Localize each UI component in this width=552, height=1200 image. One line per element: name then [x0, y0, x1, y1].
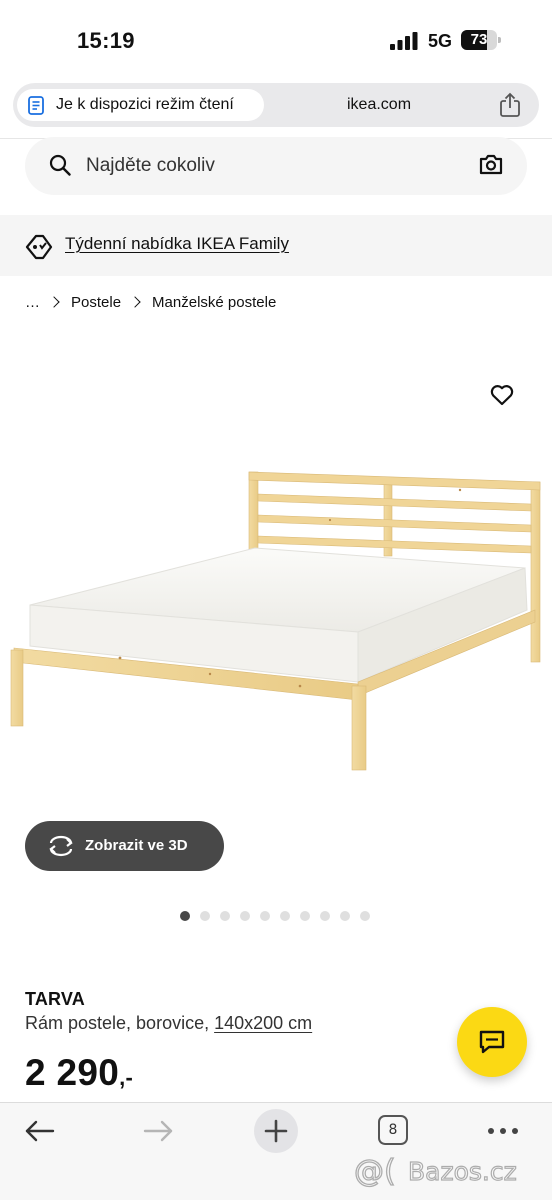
carousel-dot[interactable] — [340, 911, 350, 921]
battery-percent: 73 — [470, 31, 488, 48]
signal-icon — [390, 32, 418, 50]
plus-icon — [264, 1119, 288, 1143]
rotate-3d-icon — [49, 835, 73, 857]
svg-text:@(: @( — [354, 1154, 396, 1189]
chevron-right-icon — [48, 296, 60, 308]
breadcrumb-ellipsis[interactable]: … — [25, 294, 40, 311]
product-description-text: Rám postele, borovice, — [25, 1013, 210, 1033]
search-input[interactable]: Najděte cokoliv — [86, 155, 215, 177]
bazos-watermark: @( Bazos.cz — [353, 1153, 517, 1189]
address-bar[interactable]: Je k dispozici režim čtení ikea.com — [13, 83, 539, 127]
share-icon[interactable] — [499, 92, 521, 118]
back-arrow-icon[interactable] — [24, 1119, 56, 1143]
product-size-link[interactable]: 140x200 cm — [214, 1013, 312, 1033]
status-bar: 15:19 5G 73 — [0, 0, 552, 80]
search-bar[interactable]: Najděte cokoliv — [25, 137, 527, 195]
carousel-dot[interactable] — [240, 911, 250, 921]
price-suffix: ,- — [119, 1065, 134, 1090]
more-icon[interactable] — [486, 1123, 520, 1139]
reader-mode-button[interactable]: Je k dispozici režim čtení — [17, 89, 264, 121]
carousel-dot[interactable] — [360, 911, 370, 921]
chat-icon — [479, 1030, 505, 1054]
product-name[interactable]: TARVA — [25, 989, 85, 1010]
carousel-dot[interactable] — [280, 911, 290, 921]
view-3d-button[interactable]: Zobrazit ve 3D — [25, 821, 224, 871]
view-3d-label: Zobrazit ve 3D — [85, 837, 188, 854]
carousel-dot[interactable] — [180, 911, 190, 921]
breadcrumb: … Postele Manželské postele — [25, 292, 276, 312]
reader-mode-icon — [28, 96, 44, 115]
carousel-dot[interactable] — [200, 911, 210, 921]
status-time: 15:19 — [77, 28, 135, 53]
carousel-dot[interactable] — [220, 911, 230, 921]
breadcrumb-item-manzelske-postele[interactable]: Manželské postele — [152, 294, 276, 311]
carousel-dot[interactable] — [260, 911, 270, 921]
carousel-pagination — [180, 911, 370, 921]
battery-indicator: 73 — [461, 30, 501, 50]
chevron-right-icon — [129, 296, 141, 308]
carousel-dot[interactable] — [320, 911, 330, 921]
price-value: 2 290 — [25, 1052, 120, 1093]
chat-button[interactable] — [457, 1007, 527, 1077]
url-domain[interactable]: ikea.com — [347, 96, 411, 114]
forward-arrow-icon[interactable] — [142, 1119, 174, 1143]
new-tab-button[interactable] — [254, 1109, 298, 1153]
reader-mode-label: Je k dispozici režim čtení — [56, 96, 234, 113]
tag-icon — [25, 234, 53, 260]
tabs-button[interactable]: 8 — [378, 1115, 408, 1145]
product-description: Rám postele, borovice, 140x200 cm — [25, 1013, 312, 1034]
favorite-button[interactable] — [484, 378, 520, 412]
breadcrumb-item-postele[interactable]: Postele — [71, 294, 121, 311]
network-label: 5G — [428, 31, 453, 51]
product-price: 2 290,- — [25, 1052, 133, 1094]
family-offer-banner[interactable]: Týdenní nabídka IKEA Family — [0, 215, 552, 276]
search-icon — [49, 154, 71, 176]
heart-icon — [490, 385, 514, 406]
camera-icon[interactable] — [479, 153, 503, 175]
carousel-dot[interactable] — [300, 911, 310, 921]
product-image[interactable] — [0, 330, 552, 820]
watermark-text: Bazos.cz — [408, 1157, 517, 1186]
family-offer-link[interactable]: Týdenní nabídka IKEA Family — [65, 234, 289, 254]
bed-image — [10, 471, 541, 771]
